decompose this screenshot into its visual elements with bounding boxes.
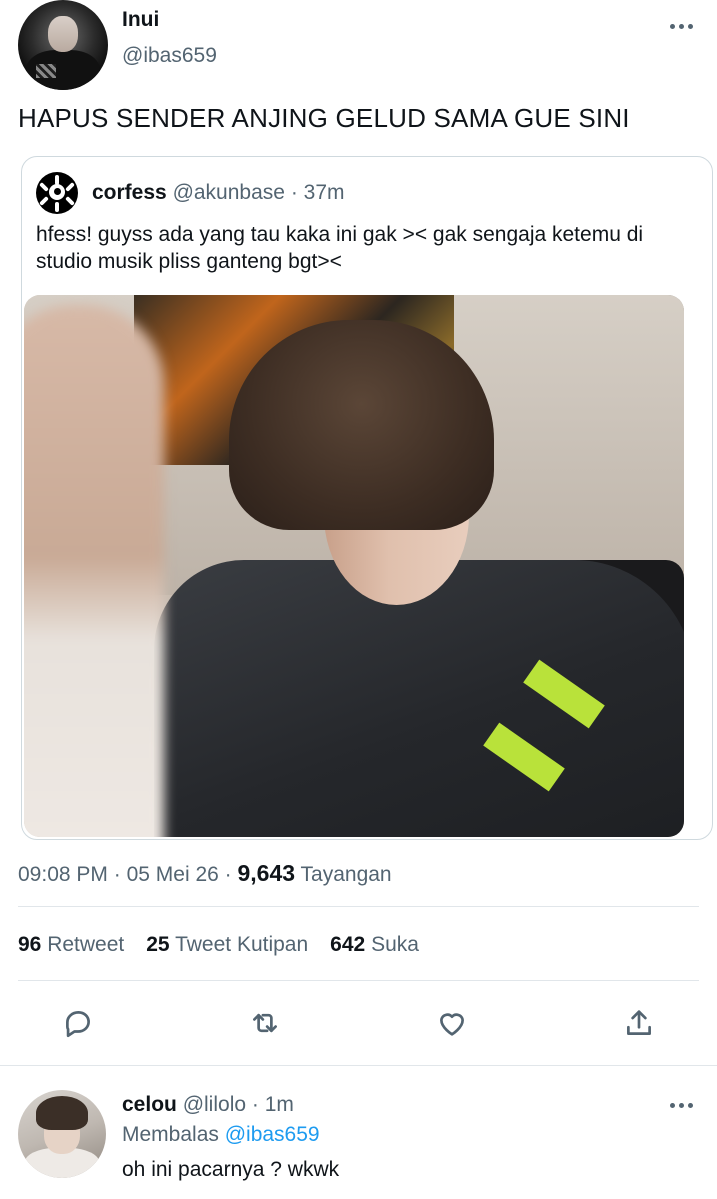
quoted-handle[interactable]: @akunbase — [173, 181, 285, 204]
reply-icon[interactable] — [58, 1003, 98, 1043]
views-count: 9,643 — [237, 860, 296, 886]
more-options-icon[interactable] — [664, 14, 698, 38]
divider — [0, 1065, 717, 1066]
quoted-age: 37m — [303, 181, 345, 204]
tweet-date[interactable]: 05 Mei 26 — [127, 863, 219, 886]
author-display-name[interactable]: Inui — [122, 8, 159, 32]
divider — [18, 906, 699, 907]
tweet-timestamp: 09:08 PM · 05 Mei 26 · 9,643 Tayangan — [18, 860, 392, 887]
tweet-stats: 96 Retweet 25 Tweet Kutipan 642 Suka — [18, 933, 419, 957]
quoted-separator: · — [290, 181, 298, 204]
author-avatar[interactable] — [18, 0, 108, 90]
quoted-tweet-photo[interactable] — [24, 295, 684, 837]
quoted-author-avatar[interactable] — [36, 172, 78, 214]
quoted-tweet-header: corfess @akunbase · 37m — [92, 181, 345, 205]
quoted-tweet-card[interactable]: corfess @akunbase · 37m hfess! guyss ada… — [21, 156, 713, 840]
reply-separator: · — [251, 1093, 259, 1116]
reply-display-name[interactable]: celou — [122, 1093, 177, 1116]
author-handle[interactable]: @ibas659 — [122, 44, 217, 68]
divider — [18, 980, 699, 981]
timestamp-separator: · — [113, 863, 121, 886]
retweet-icon[interactable] — [245, 1003, 285, 1043]
share-icon[interactable] — [619, 1003, 659, 1043]
timestamp-separator-2: · — [224, 863, 232, 886]
retweets-stat[interactable]: 96 Retweet — [18, 933, 124, 957]
quoted-display-name[interactable]: corfess — [92, 181, 167, 204]
tweet-text: HAPUS SENDER ANJING GELUD SAMA GUE SINI — [18, 103, 630, 133]
replying-to: Membalas @ibas659 — [122, 1123, 320, 1147]
reply-handle[interactable]: @lilolo — [183, 1093, 246, 1116]
reply-more-options-icon[interactable] — [664, 1093, 698, 1117]
quotes-stat[interactable]: 25 Tweet Kutipan — [146, 933, 308, 957]
replying-label: Membalas — [122, 1123, 219, 1146]
quoted-tweet-text: hfess! guyss ada yang tau kaka ini gak >… — [36, 223, 644, 273]
reply-age: 1m — [264, 1093, 294, 1116]
likes-stat[interactable]: 642 Suka — [330, 933, 419, 957]
like-icon[interactable] — [432, 1003, 472, 1043]
tweet-time[interactable]: 09:08 PM — [18, 863, 108, 886]
views-label: Tayangan — [300, 863, 392, 886]
reply-text: oh ini pacarnya ? wkwk — [122, 1158, 340, 1181]
reply-author-avatar[interactable] — [18, 1090, 106, 1178]
reply-header: celou @lilolo · 1m — [122, 1093, 294, 1117]
replying-to-link[interactable]: @ibas659 — [225, 1123, 320, 1146]
